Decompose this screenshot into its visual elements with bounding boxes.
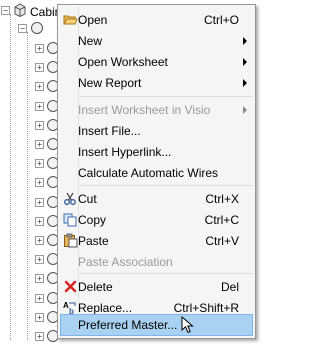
tree-row-folder[interactable]: − xyxy=(0,20,60,36)
tree-row[interactable]: + xyxy=(0,117,60,133)
tree-row[interactable]: + xyxy=(0,309,60,325)
menu-item-label: Open xyxy=(78,13,108,27)
menu-item-preferred-master[interactable]: Preferred Master... xyxy=(60,314,253,336)
submenu-arrow-icon xyxy=(243,106,247,114)
collapse-icon[interactable]: − xyxy=(1,6,10,15)
delete-x-icon xyxy=(64,280,77,293)
expand-icon[interactable]: + xyxy=(35,82,44,92)
expand-icon[interactable]: + xyxy=(35,255,44,265)
expand-icon[interactable]: + xyxy=(35,293,44,303)
menu-item-delete[interactable]: Delete Del xyxy=(60,276,253,297)
menu-item-paste-association: Paste Association xyxy=(60,251,253,272)
menu-item-label: Preferred Master... xyxy=(78,318,178,332)
menu-separator xyxy=(80,96,253,97)
tree-row[interactable]: + xyxy=(0,213,60,229)
menu-item-new[interactable]: New xyxy=(60,30,253,51)
tree-row[interactable]: + xyxy=(0,251,60,267)
expand-icon[interactable]: + xyxy=(35,63,44,73)
tree-row[interactable]: + xyxy=(0,155,60,171)
tree-row[interactable]: + xyxy=(0,136,60,152)
menu-item-shortcut: Ctrl+O xyxy=(203,13,239,27)
menu-item-copy[interactable]: Copy Ctrl+C xyxy=(60,209,253,230)
submenu-arrow-icon xyxy=(243,58,247,66)
menu-item-insert-file[interactable]: Insert File... xyxy=(60,120,253,141)
menu-item-label: Calculate Automatic Wires xyxy=(78,166,219,180)
tree-row[interactable]: + xyxy=(0,290,60,306)
collapse-icon[interactable]: − xyxy=(18,24,27,33)
menu-item-label: Delete xyxy=(78,280,113,294)
tree-row[interactable]: + xyxy=(0,98,60,114)
expand-icon[interactable]: + xyxy=(35,236,44,245)
menu-item-open-worksheet[interactable]: Open Worksheet xyxy=(60,51,253,72)
menu-item-label: Paste xyxy=(78,234,109,248)
expand-icon[interactable]: + xyxy=(35,101,44,111)
expand-icon[interactable]: + xyxy=(35,274,44,284)
tree-row[interactable]: + xyxy=(0,174,60,190)
submenu-arrow-icon xyxy=(243,37,247,45)
tree-row[interactable]: + xyxy=(0,194,60,210)
menu-item-label: Copy xyxy=(78,213,107,227)
scissors-icon xyxy=(64,192,76,205)
menu-item-shortcut: Ctrl+V xyxy=(205,234,239,248)
cabinet-icon xyxy=(14,3,26,17)
menu-item-new-report[interactable]: New Report xyxy=(60,72,253,93)
copy-icon xyxy=(63,213,77,227)
menu-item-shortcut: Ctrl+X xyxy=(205,192,239,206)
menu-item-label: Replace... xyxy=(78,301,133,315)
mouse-cursor-icon xyxy=(181,316,194,334)
expand-icon[interactable]: + xyxy=(35,312,44,322)
menu-item-label: New Report xyxy=(78,76,142,90)
menu-item-cut[interactable]: Cut Ctrl+X xyxy=(60,188,253,209)
context-menu: Open Ctrl+O New Open Worksheet New Repor… xyxy=(57,4,256,339)
menu-separator xyxy=(80,273,253,274)
tree-row[interactable]: + xyxy=(0,40,60,56)
menu-item-calculate-wires[interactable]: Calculate Automatic Wires xyxy=(60,162,253,183)
menu-item-label: New xyxy=(78,34,103,48)
menu-item-shortcut: Ctrl+Shift+R xyxy=(173,301,239,315)
menu-item-insert-hyperlink[interactable]: Insert Hyperlink... xyxy=(60,141,253,162)
menu-item-label: Open Worksheet xyxy=(78,55,168,69)
menu-item-label: Paste Association xyxy=(78,255,173,269)
expand-icon[interactable]: + xyxy=(35,120,44,130)
menu-item-label: Insert File... xyxy=(78,124,141,138)
tree-row[interactable]: + xyxy=(0,78,60,94)
open-folder-icon xyxy=(63,15,78,25)
expand-icon[interactable]: + xyxy=(35,140,44,149)
folder-icon xyxy=(31,22,43,34)
menu-item-paste[interactable]: Paste Ctrl+V xyxy=(60,230,253,251)
expand-icon[interactable]: + xyxy=(35,197,44,207)
paste-icon xyxy=(64,233,78,248)
expand-icon[interactable]: + xyxy=(35,216,44,226)
menu-item-shortcut: Del xyxy=(220,280,239,294)
menu-item-label: Insert Worksheet in Visio xyxy=(78,103,211,117)
tree-row[interactable]: + xyxy=(0,328,60,344)
expand-icon[interactable]: + xyxy=(35,159,44,169)
menu-separator xyxy=(80,185,253,186)
menu-item-label: Insert Hyperlink... xyxy=(78,145,172,159)
tree-row[interactable]: + xyxy=(0,59,60,75)
menu-item-open[interactable]: Open Ctrl+O xyxy=(60,9,253,30)
replace-icon: A b xyxy=(63,301,76,315)
menu-item-insert-worksheet-visio: Insert Worksheet in Visio xyxy=(60,99,253,120)
expand-icon[interactable]: + xyxy=(35,178,44,188)
tree-row[interactable]: + xyxy=(0,232,60,248)
tree-row[interactable]: + xyxy=(0,270,60,286)
menu-item-shortcut: Ctrl+C xyxy=(204,213,239,227)
expand-icon[interactable]: + xyxy=(35,44,44,53)
submenu-arrow-icon xyxy=(243,79,247,87)
menu-item-label: Cut xyxy=(78,192,97,206)
